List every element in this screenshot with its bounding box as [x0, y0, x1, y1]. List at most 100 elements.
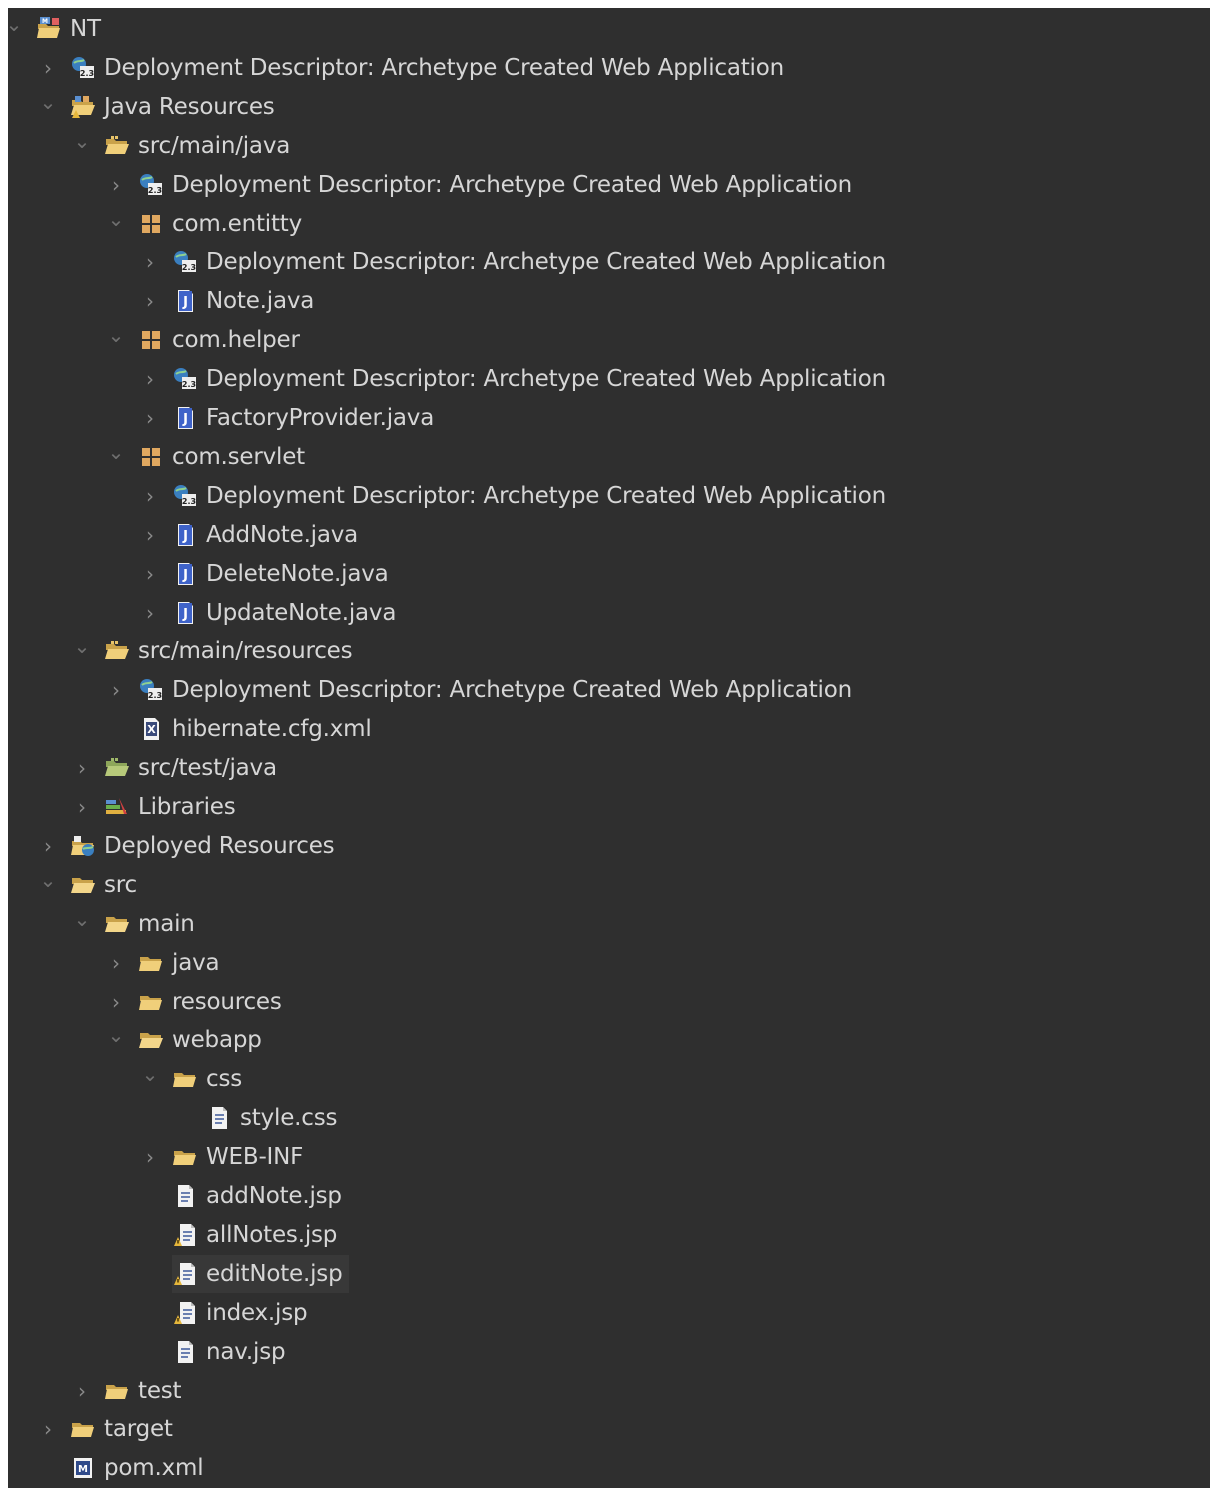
chevron-down-icon[interactable]: ⌄ — [72, 632, 92, 670]
chevron-down-icon[interactable]: ⌄ — [4, 10, 24, 48]
tree-item[interactable]: ⌄ src — [8, 866, 1210, 904]
tree-item[interactable]: ⌄ Java Resources — [8, 88, 1210, 126]
folder-open-icon — [70, 872, 96, 898]
chevron-right-icon[interactable]: › — [72, 1372, 92, 1410]
tree-item-label: Deployment Descriptor: Archetype Created… — [172, 171, 852, 198]
chevron-down-icon[interactable]: ⌄ — [38, 88, 58, 126]
tree-item[interactable]: › test — [8, 1372, 1210, 1410]
tree-item[interactable]: › J FactoryProvider.java — [8, 399, 1210, 437]
tree-item[interactable]: › resources — [8, 983, 1210, 1021]
tree-item[interactable]: › 2.3 Deployment Descriptor: Archetype Cre… — [8, 166, 1210, 204]
tree-item[interactable]: ⌄ M NT — [6, 10, 1210, 48]
svg-text:2.3: 2.3 — [148, 186, 162, 195]
tree-item[interactable]: editNote.jsp — [8, 1254, 1210, 1293]
project-icon: M — [36, 16, 62, 42]
deployed-resources-icon — [70, 833, 96, 859]
tree-item[interactable]: Mpom.xml — [8, 1449, 1210, 1487]
chevron-right-icon[interactable]: › — [140, 282, 160, 320]
tree-item-label: AddNote.java — [206, 521, 359, 548]
tree-item[interactable]: nav.jsp — [8, 1333, 1210, 1371]
tree-item[interactable]: ⌄ src/main/java — [8, 127, 1210, 165]
tree-item[interactable]: › src/test/java — [8, 749, 1210, 787]
tree-item[interactable]: ⌄ com.entitty — [8, 205, 1210, 243]
chevron-down-icon[interactable]: ⌄ — [106, 438, 126, 476]
chevron-right-icon[interactable]: › — [38, 1410, 58, 1448]
tree-item[interactable]: ⌄ main — [8, 905, 1210, 943]
tree-item[interactable]: › Deployed Resources — [8, 827, 1210, 865]
tree-item-label: style.css — [240, 1105, 338, 1132]
svg-text:J: J — [182, 607, 188, 622]
tree-item[interactable]: ⌄ webapp — [8, 1021, 1210, 1059]
tree-item[interactable]: ⌄ com.servlet — [8, 438, 1210, 476]
tree-item-label: FactoryProvider.java — [206, 405, 435, 431]
package-icon — [138, 444, 164, 470]
chevron-down-icon[interactable]: ⌄ — [106, 205, 126, 243]
chevron-down-icon[interactable]: ⌄ — [106, 321, 126, 359]
chevron-right-icon[interactable]: › — [140, 1138, 160, 1176]
chevron-down-icon[interactable]: ⌄ — [38, 866, 58, 904]
svg-text:M: M — [78, 1464, 88, 1475]
chevron-right-icon[interactable]: › — [38, 49, 58, 87]
svg-text:2.3: 2.3 — [80, 69, 94, 78]
chevron-down-icon[interactable]: ⌄ — [72, 127, 92, 165]
tree-item[interactable]: › 2.3 Deployment Descriptor: Archetype Cre… — [8, 671, 1210, 709]
chevron-right-icon[interactable]: › — [72, 788, 92, 826]
tree-item-label: WEB-INF — [206, 1144, 304, 1171]
chevron-right-icon[interactable]: › — [140, 477, 160, 515]
tree-item[interactable]: › J Note.java — [8, 282, 1210, 320]
svg-text:X: X — [147, 723, 156, 736]
chevron-right-icon[interactable]: › — [72, 749, 92, 787]
chevron-right-icon[interactable]: › — [140, 516, 160, 554]
libraries-icon — [104, 794, 130, 820]
svg-text:2.3: 2.3 — [182, 380, 196, 389]
chevron-right-icon[interactable]: › — [106, 166, 126, 204]
tree-item[interactable]: style.css — [8, 1099, 1210, 1137]
tree-item-label: UpdateNote.java — [206, 599, 397, 626]
tree-item[interactable]: › 2.3 Deployment Descriptor: Archetype Cre… — [8, 360, 1210, 398]
tree-item-label: src/test/java — [138, 755, 277, 782]
tree-item[interactable]: › WEB-INF — [8, 1138, 1210, 1176]
folder-icon — [138, 950, 164, 976]
chevron-right-icon[interactable]: › — [38, 827, 58, 865]
chevron-right-icon[interactable]: › — [106, 983, 126, 1021]
chevron-right-icon[interactable]: › — [140, 399, 160, 437]
package-icon — [138, 327, 164, 353]
svg-text:2.3: 2.3 — [182, 263, 196, 272]
chevron-down-icon[interactable]: ⌄ — [140, 1060, 160, 1098]
jsp-file-icon — [172, 1339, 198, 1365]
java-file-icon: J — [172, 522, 198, 548]
tree-item-label: Deployment Descriptor: Archetype Created… — [206, 482, 886, 509]
tree-item[interactable]: › 2.3 Deployment Descriptor: Archetype Cre… — [8, 243, 1210, 281]
java-file-icon: J — [172, 405, 198, 431]
tree-item[interactable]: › 2.3 Deployment Descriptor: Archetype Cre… — [8, 477, 1210, 515]
tree-item[interactable]: › Libraries — [8, 788, 1210, 826]
tree-item[interactable]: › J DeleteNote.java — [8, 555, 1210, 593]
tree-item[interactable]: ⌄ com.helper — [8, 321, 1210, 359]
tree-item[interactable]: Xhibernate.cfg.xml — [8, 710, 1210, 748]
tree-item-label: resources — [172, 988, 282, 1015]
tree-item[interactable]: › J AddNote.java — [8, 516, 1210, 554]
tree-item[interactable]: › 2.3 Deployment Descriptor: Archetype Cre… — [8, 49, 1210, 87]
tree-item[interactable]: › java — [8, 944, 1210, 982]
chevron-right-icon[interactable]: › — [140, 594, 160, 632]
chevron-right-icon[interactable]: › — [140, 243, 160, 281]
tree-item[interactable]: › target — [8, 1410, 1210, 1448]
tree-item[interactable]: ⌄ css — [8, 1060, 1210, 1098]
tree-item[interactable]: index.jsp — [8, 1294, 1210, 1332]
xml-file-icon: X — [138, 716, 164, 742]
chevron-right-icon[interactable]: › — [106, 671, 126, 709]
svg-text:M: M — [42, 18, 48, 25]
chevron-right-icon[interactable]: › — [106, 944, 126, 982]
tree-item[interactable]: addNote.jsp — [8, 1177, 1210, 1215]
tree-item-label: test — [138, 1377, 182, 1404]
tree-item[interactable]: › J UpdateNote.java — [8, 594, 1210, 632]
tree-item[interactable]: allNotes.jsp — [8, 1216, 1210, 1254]
chevron-down-icon[interactable]: ⌄ — [106, 1021, 126, 1059]
folder-icon — [172, 1066, 198, 1092]
tree-item[interactable]: ⌄ src/main/resources — [8, 632, 1210, 670]
chevron-right-icon[interactable]: › — [140, 555, 160, 593]
chevron-down-icon[interactable]: ⌄ — [72, 905, 92, 943]
chevron-right-icon[interactable]: › — [140, 360, 160, 398]
tree-item-label: hibernate.cfg.xml — [172, 716, 372, 743]
folder-open-icon — [138, 1027, 164, 1053]
